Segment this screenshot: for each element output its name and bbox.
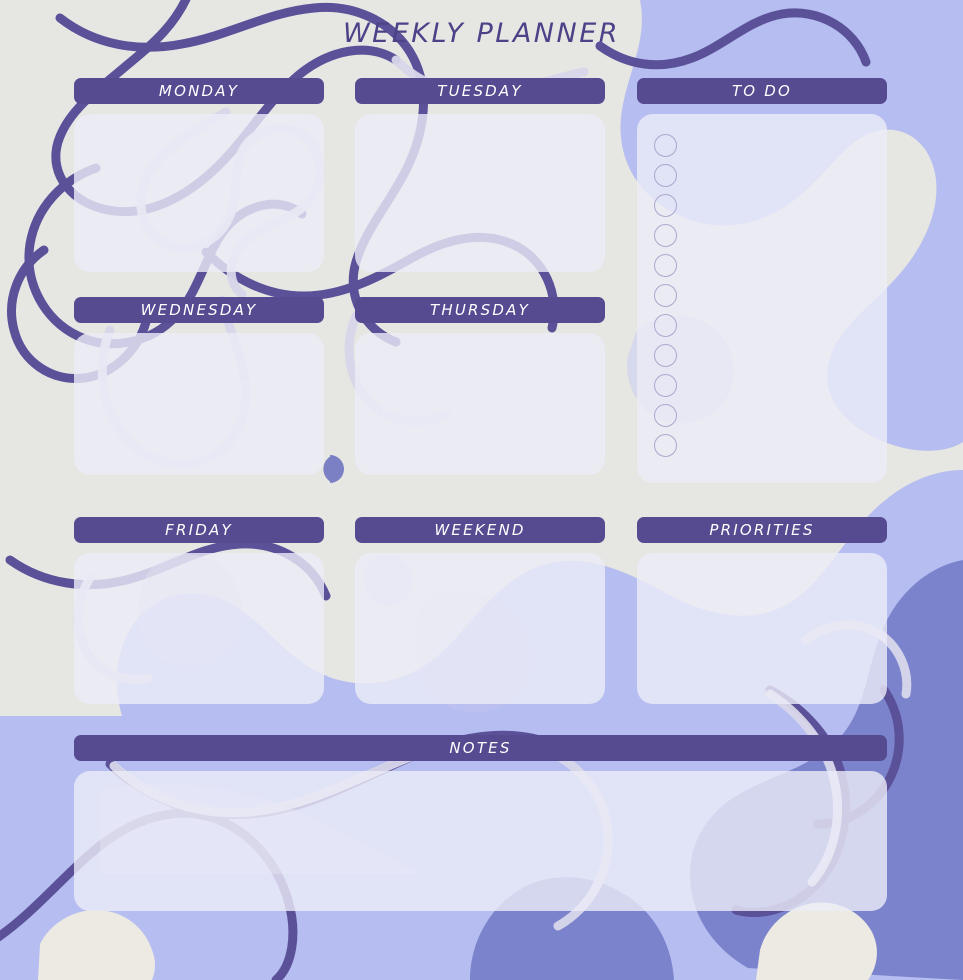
section-header-notes: NOTES (74, 735, 887, 761)
section-header-tuesday: TUESDAY (355, 78, 605, 104)
section-friday: FRIDAY (74, 517, 324, 704)
writing-area-notes[interactable] (74, 771, 887, 911)
todo-checkbox[interactable] (654, 314, 677, 337)
section-tuesday: TUESDAY (355, 78, 605, 272)
section-header-wednesday: WEDNESDAY (74, 297, 324, 323)
weekly-planner-page: WEEKLY PLANNER MONDAY TUESDAY TO DO WEDN… (0, 0, 963, 980)
writing-area-weekend[interactable] (355, 553, 605, 704)
section-todo: TO DO (637, 78, 887, 483)
writing-area-monday[interactable] (74, 114, 324, 272)
section-wednesday: WEDNESDAY (74, 297, 324, 475)
writing-area-thursday[interactable] (355, 333, 605, 475)
section-header-priorities: PRIORITIES (637, 517, 887, 543)
todo-checkbox[interactable] (654, 284, 677, 307)
writing-area-wednesday[interactable] (74, 333, 324, 475)
writing-area-friday[interactable] (74, 553, 324, 704)
todo-checkbox-list (654, 134, 677, 457)
writing-area-tuesday[interactable] (355, 114, 605, 272)
section-header-thursday: THURSDAY (355, 297, 605, 323)
section-thursday: THURSDAY (355, 297, 605, 475)
todo-checkbox[interactable] (654, 344, 677, 367)
page-title: WEEKLY PLANNER (342, 18, 621, 49)
section-header-weekend: WEEKEND (355, 517, 605, 543)
section-notes: NOTES (74, 735, 887, 911)
todo-checkbox[interactable] (654, 194, 677, 217)
section-header-friday: FRIDAY (74, 517, 324, 543)
section-weekend: WEEKEND (355, 517, 605, 704)
todo-checkbox[interactable] (654, 164, 677, 187)
section-priorities: PRIORITIES (637, 517, 887, 704)
todo-checkbox[interactable] (654, 254, 677, 277)
todo-checkbox[interactable] (654, 224, 677, 247)
section-header-monday: MONDAY (74, 78, 324, 104)
writing-area-todo[interactable] (637, 114, 887, 483)
todo-checkbox[interactable] (654, 404, 677, 427)
section-monday: MONDAY (74, 78, 324, 272)
section-header-todo: TO DO (637, 78, 887, 104)
todo-checkbox[interactable] (654, 374, 677, 397)
todo-checkbox[interactable] (654, 434, 677, 457)
todo-checkbox[interactable] (654, 134, 677, 157)
writing-area-priorities[interactable] (637, 553, 887, 704)
